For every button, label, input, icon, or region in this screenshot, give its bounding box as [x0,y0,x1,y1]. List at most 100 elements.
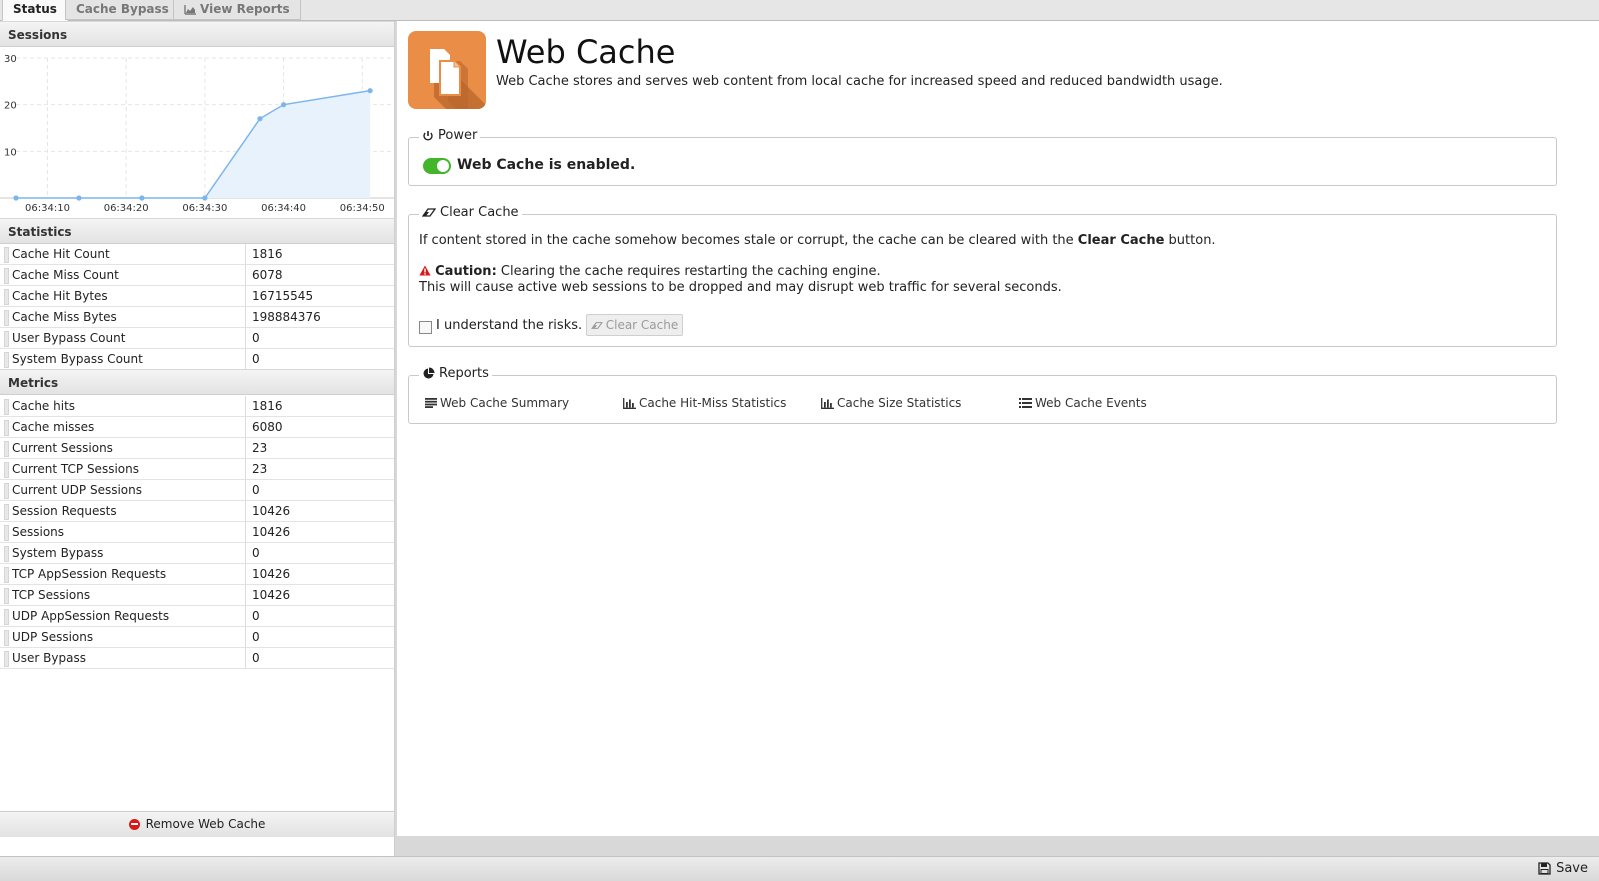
documents-icon [408,31,486,109]
row-value: 0 [252,352,260,366]
y-tick-label: 10 [4,147,17,158]
caution-text: Clearing the cache requires restarting t… [496,264,881,279]
clear-cache-intro: If content stored in the cache somehow b… [419,233,1216,249]
area-chart-icon [184,5,196,15]
report-web-cache-events-label: Web Cache Events [1035,396,1147,410]
table-row: Cache Hit Bytes 16715545 [0,286,394,307]
row-label: UDP AppSession Requests [0,606,246,626]
row-label: Sessions [0,522,246,542]
understand-risks-checkbox[interactable] [419,321,432,334]
row-label: TCP Sessions [0,585,246,605]
tab-cache-bypass[interactable]: Cache Bypass [65,0,180,20]
tab-view-reports-label: View Reports [200,2,290,16]
power-toggle[interactable] [423,158,451,174]
clear-cache-section: Clear Cache If content stored in the cac… [408,205,1557,347]
reports-legend: Reports [419,366,492,381]
clear-cache-legend-label: Clear Cache [440,205,519,220]
power-status-text: Web Cache is enabled. [457,157,636,173]
caution-line: Caution: Clearing the cache requires res… [419,264,881,280]
caution-label: Caution: [435,264,497,279]
row-label: System Bypass [0,543,246,563]
y-tick-label: 20 [4,101,17,112]
x-tick-label: 06:34:40 [261,203,306,214]
save-icon [1538,862,1551,875]
data-point [257,116,263,122]
statistics-grid: Cache Hit Count 1816 Cache Miss Count 6078 C… [0,244,394,370]
text-lines-icon [425,398,437,408]
table-row: Cache misses 6080 [0,417,394,438]
tab-bar: Status Cache Bypass View Reports [0,0,1599,21]
row-value: 23 [252,441,268,455]
row-value: 23 [252,462,268,476]
save-button[interactable]: Save [1538,861,1588,876]
page-description: Web Cache stores and serves web content … [496,74,1223,89]
data-point [139,195,145,201]
row-label: Current TCP Sessions [0,459,246,479]
row-value: 1816 [252,247,283,261]
row-label: TCP AppSession Requests [0,564,246,584]
row-value: 16715545 [252,289,314,303]
sessions-heading: Sessions [0,21,394,47]
table-row: UDP Sessions 0 [0,627,394,648]
pie-chart-icon [423,367,435,379]
report-web-cache-summary[interactable]: Web Cache Summary [425,396,569,410]
row-value: 10426 [252,504,291,518]
row-value: 1816 [252,399,283,413]
bar-chart-icon [623,397,636,409]
row-value: 6080 [252,420,283,434]
row-value: 0 [252,331,260,345]
clear-cache-button-label: Clear Cache [605,318,679,332]
row-label: Cache misses [0,417,246,437]
tab-view-reports[interactable]: View Reports [173,0,301,20]
tab-status[interactable]: Status [2,0,68,21]
row-label: Cache Miss Bytes [0,307,246,327]
table-row: User Bypass Count 0 [0,328,394,349]
data-point [280,102,287,108]
tab-status-label: Status [13,2,57,16]
table-row: UDP AppSession Requests 0 [0,606,394,627]
warning-icon [419,265,431,276]
report-web-cache-events[interactable]: Web Cache Events [1019,396,1147,410]
left-footer: Remove Web Cache [0,811,394,837]
understand-risks-label[interactable]: I understand the risks. [436,318,582,333]
eraser-icon [422,208,436,217]
row-value: 10426 [252,588,291,602]
row-value: 0 [252,630,260,644]
remove-web-cache-button[interactable]: Remove Web Cache [128,812,265,837]
clear-cache-button[interactable]: Clear Cache [586,314,683,336]
table-row: TCP AppSession Requests 10426 [0,564,394,585]
row-label: Session Requests [0,501,246,521]
x-tick-label: 06:34:50 [340,203,385,214]
data-point [13,195,19,201]
row-label: Cache Hit Bytes [0,286,246,306]
main-panel: Web Cache Web Cache stores and serves we… [397,21,1599,836]
series-area [16,90,371,198]
table-row: Current TCP Sessions 23 [0,459,394,480]
row-value: 0 [252,546,260,560]
reports-section: Reports Web Cache Summary Cache Hit-Miss… [408,366,1557,424]
x-tick-label: 06:34:20 [104,203,149,214]
statistics-heading: Statistics [0,218,394,244]
row-label: User Bypass [0,648,246,668]
table-row: TCP Sessions 10426 [0,585,394,606]
table-row: Session Requests 10426 [0,501,394,522]
clear-cache-legend: Clear Cache [419,205,522,220]
clear-cache-intro-bold: Clear Cache [1077,233,1165,248]
power-icon [423,130,433,141]
report-cache-hit-miss-statistics[interactable]: Cache Hit-Miss Statistics [623,396,786,410]
clear-cache-intro-text: If content stored in the cache somehow b… [419,233,1078,248]
row-value: 10426 [252,567,291,581]
save-button-label: Save [1556,861,1588,876]
x-tick-label: 06:34:30 [182,203,227,214]
table-row: Cache hits 1816 [0,396,394,417]
report-cache-size-statistics[interactable]: Cache Size Statistics [821,396,961,410]
row-label: Current Sessions [0,438,246,458]
sessions-chart: 10 20 30 06:34:10 06:34:20 06:34:30 06:34:40 06… [0,48,394,218]
power-legend-label: Power [438,128,478,143]
page-title: Web Cache [496,33,676,71]
row-label: Cache Hit Count [0,244,246,264]
row-label: UDP Sessions [0,627,246,647]
metrics-grid: Cache hits 1816 Cache misses 6080 Current Se… [0,396,394,669]
bottom-toolbar: Save [0,856,1599,881]
row-label: Cache hits [0,396,246,416]
